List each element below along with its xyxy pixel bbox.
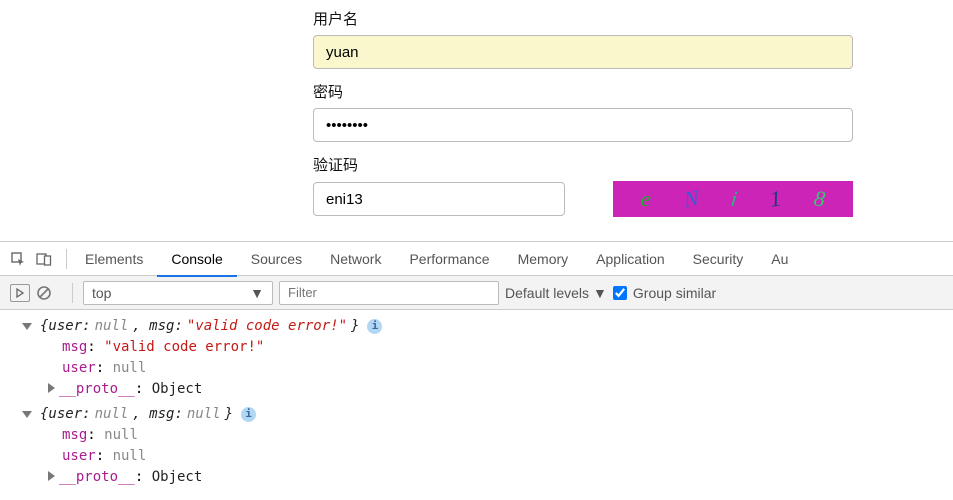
password-input[interactable] [313, 108, 853, 142]
tab-sources[interactable]: Sources [237, 242, 316, 276]
console-object: {user: null, msg: null}imsg: nulluser: n… [22, 404, 953, 488]
tab-application[interactable]: Application [582, 242, 679, 276]
object-property: msg: null [22, 425, 953, 446]
tab-performance[interactable]: Performance [395, 242, 503, 276]
captcha-row: 验证码 e Ni 1 8 [313, 154, 953, 217]
levels-selector[interactable]: Default levels ▼ [505, 285, 607, 301]
device-icon[interactable] [36, 251, 52, 267]
password-row: 密码 [313, 81, 953, 142]
object-summary[interactable]: {user: null, msg: null}i [22, 404, 953, 425]
levels-label: Default levels [505, 285, 589, 301]
inspect-icon[interactable] [10, 251, 26, 267]
group-similar-checkbox[interactable] [613, 286, 627, 300]
clear-icon[interactable] [36, 285, 52, 301]
captcha-image[interactable]: e Ni 1 8 [613, 181, 853, 217]
info-icon[interactable]: i [367, 319, 382, 334]
console-output: {user: null, msg: "valid code error!"}im… [0, 310, 953, 488]
captcha-char: N [682, 185, 700, 213]
login-form: 用户名 密码 验证码 e Ni 1 8 [0, 0, 953, 241]
context-selector[interactable]: top ▼ [83, 281, 273, 305]
username-input[interactable] [313, 35, 853, 69]
captcha-char: 1 [768, 185, 783, 212]
tab-elements[interactable]: Elements [71, 242, 157, 276]
group-similar-label: Group similar [633, 285, 716, 301]
chevron-down-icon: ▼ [250, 285, 264, 301]
username-row: 用户名 [313, 8, 953, 69]
context-value: top [92, 285, 111, 301]
devtools-panel: ElementsConsoleSourcesNetworkPerformance… [0, 241, 953, 488]
tab-security[interactable]: Security [679, 242, 758, 276]
captcha-char: 8 [812, 185, 827, 212]
filter-input[interactable] [279, 281, 499, 305]
object-property: user: null [22, 358, 953, 379]
object-proto[interactable]: __proto__: Object [22, 379, 953, 400]
object-property: user: null [22, 446, 953, 467]
captcha-input[interactable] [313, 182, 565, 216]
captcha-char: e [640, 185, 653, 212]
tab-au[interactable]: Au [757, 242, 802, 276]
username-label: 用户名 [313, 8, 953, 29]
tab-network[interactable]: Network [316, 242, 395, 276]
info-icon[interactable]: i [241, 407, 256, 422]
tab-memory[interactable]: Memory [504, 242, 583, 276]
play-icon[interactable] [10, 284, 30, 302]
chevron-down-icon: ▼ [593, 285, 607, 301]
captcha-char: i [729, 186, 739, 213]
password-label: 密码 [313, 81, 953, 102]
object-property: msg: "valid code error!" [22, 337, 953, 358]
console-toolbar: top ▼ Default levels ▼ Group similar [0, 276, 953, 310]
console-object: {user: null, msg: "valid code error!"}im… [22, 316, 953, 400]
object-proto[interactable]: __proto__: Object [22, 467, 953, 488]
object-summary[interactable]: {user: null, msg: "valid code error!"}i [22, 316, 953, 337]
tab-console[interactable]: Console [157, 242, 236, 276]
captcha-label: 验证码 [313, 154, 953, 175]
devtools-tabbar: ElementsConsoleSourcesNetworkPerformance… [0, 242, 953, 276]
